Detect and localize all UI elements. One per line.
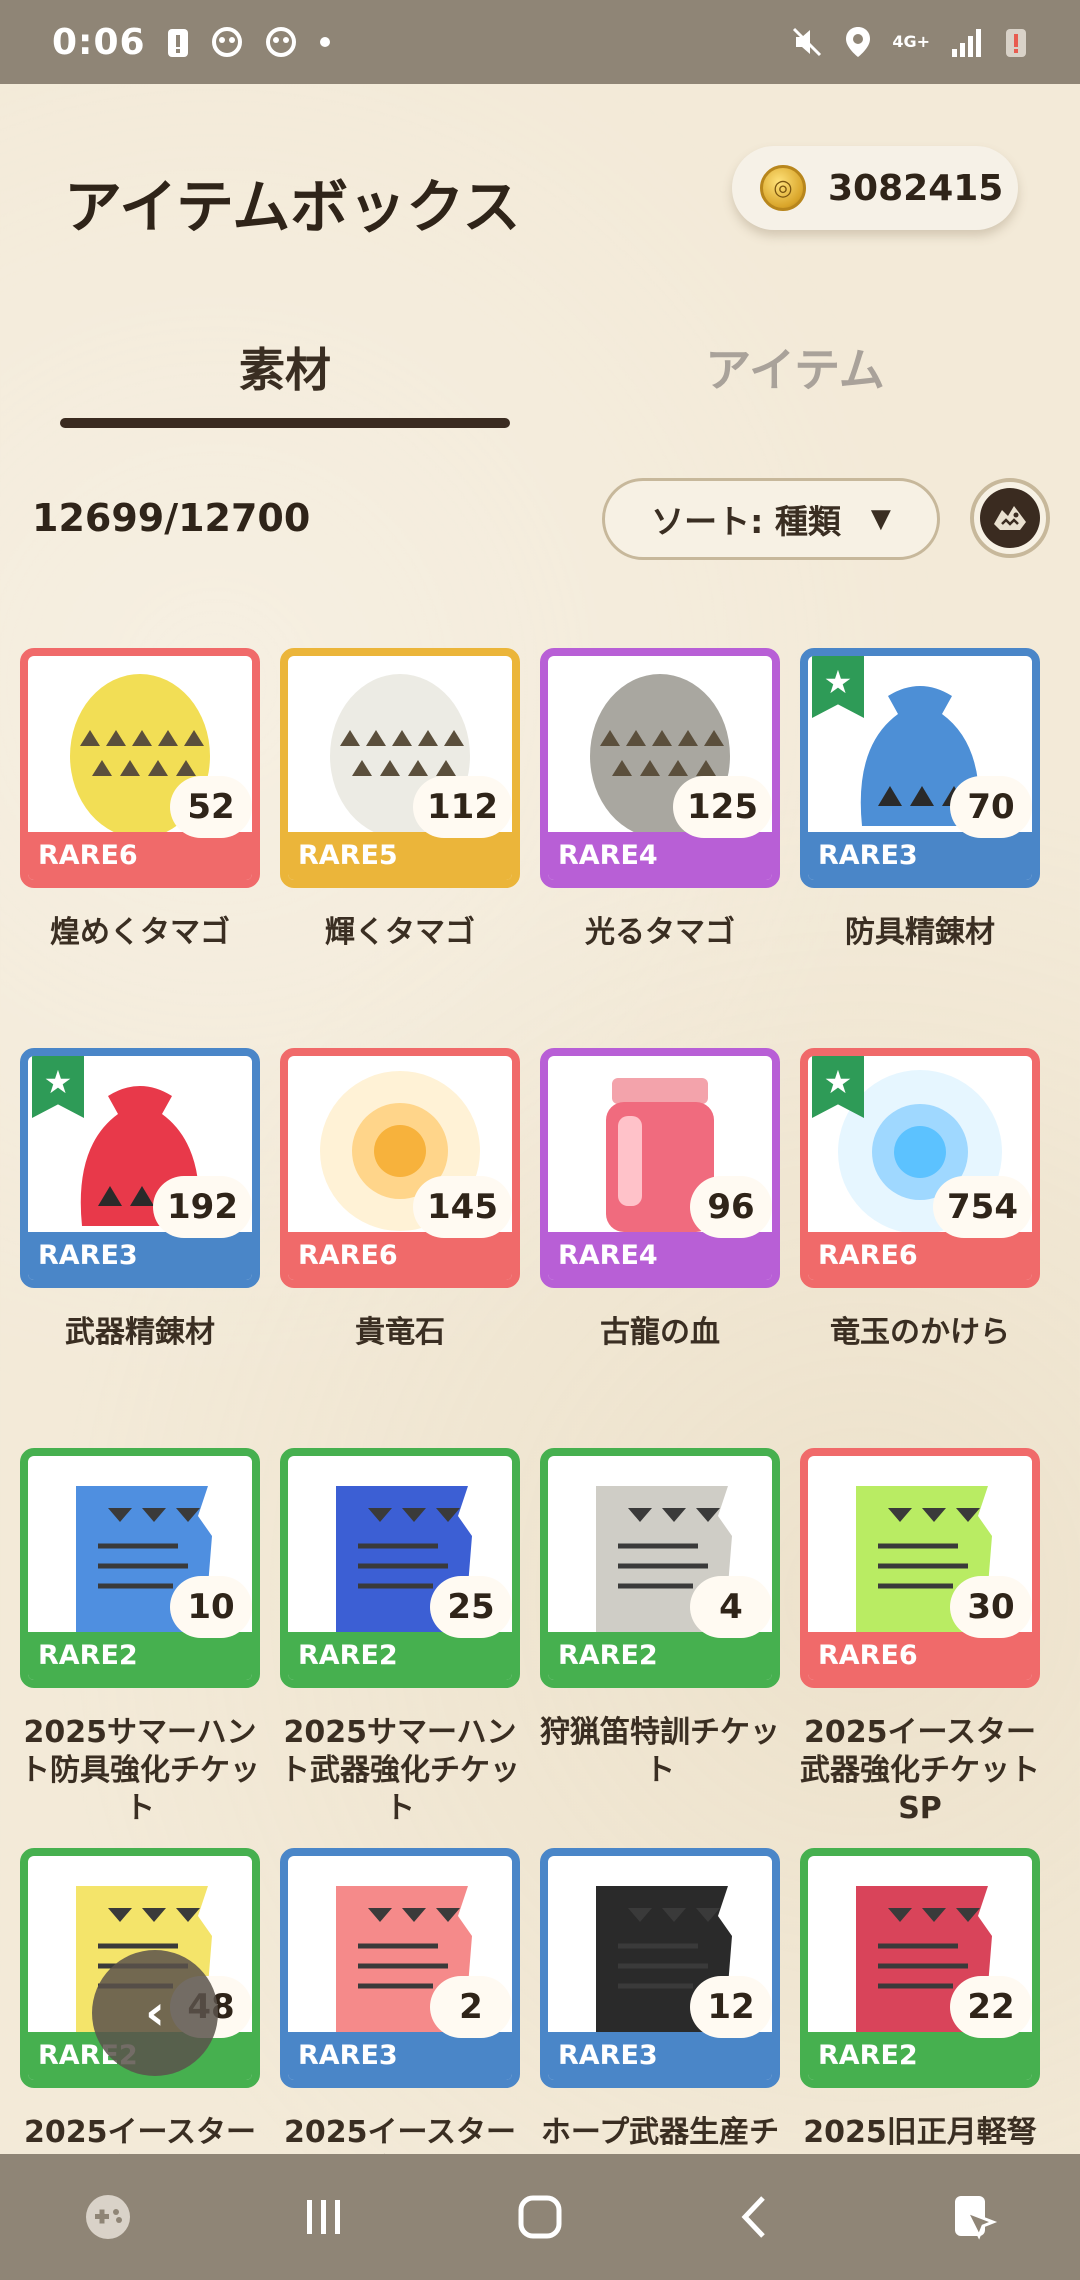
item-name: 防具精錬材 bbox=[845, 915, 995, 950]
location-icon bbox=[844, 25, 872, 59]
status-time: 0:06 bbox=[52, 21, 146, 63]
item-count-badge: 96 bbox=[690, 1176, 772, 1238]
currency-display: ◎ 3082415 bbox=[732, 146, 1018, 230]
rarity-label: RARE3 bbox=[548, 2032, 772, 2080]
item-card[interactable]: RARE5 112 bbox=[280, 648, 520, 888]
mute-icon bbox=[790, 25, 824, 59]
category-tabs: 素材 アイテム bbox=[0, 320, 1080, 430]
item-card[interactable]: ★ RARE3 70 bbox=[800, 648, 1040, 888]
item-name: 貴竜石 bbox=[355, 1315, 445, 1350]
rarity-label: RARE2 bbox=[28, 1632, 252, 1680]
item-card[interactable]: RARE6 145 bbox=[280, 1048, 520, 1288]
currency-value: 3082415 bbox=[828, 167, 1004, 209]
dot-icon bbox=[318, 35, 332, 49]
active-tab-indicator bbox=[60, 418, 510, 428]
item-name: 2025サマーハント防具強化チケット bbox=[20, 1715, 260, 1826]
item-card[interactable]: RARE3 2 bbox=[280, 1848, 520, 2088]
item-name: 光るタマゴ bbox=[585, 915, 735, 950]
back-floating-button[interactable]: ‹ bbox=[92, 1950, 218, 2076]
system-nav-bar bbox=[0, 2154, 1080, 2280]
item-count-badge: 145 bbox=[413, 1176, 512, 1238]
rarity-label: RARE2 bbox=[288, 1632, 512, 1680]
item-count-badge: 2 bbox=[430, 1976, 512, 2038]
item-card[interactable]: RARE2 4 bbox=[540, 1448, 780, 1688]
item-count-badge: 4 bbox=[690, 1576, 772, 1638]
signal-icon bbox=[950, 25, 984, 59]
item-card[interactable]: RARE2 25 bbox=[280, 1448, 520, 1688]
monster-filter-button[interactable] bbox=[970, 478, 1050, 558]
screenshot-icon[interactable] bbox=[912, 2190, 1032, 2244]
item-name: 古龍の血 bbox=[600, 1315, 720, 1350]
rarity-label: RARE5 bbox=[288, 832, 512, 880]
item-card[interactable]: RARE6 30 bbox=[800, 1448, 1040, 1688]
chevron-left-icon: ‹ bbox=[145, 1985, 165, 2041]
recents-icon[interactable] bbox=[264, 2192, 384, 2242]
item-count-badge: 112 bbox=[413, 776, 512, 838]
rarity-label: RARE2 bbox=[808, 2032, 1032, 2080]
chevron-down-icon: ▼ bbox=[870, 504, 891, 534]
item-name: 輝くタマゴ bbox=[325, 915, 475, 950]
item-count-badge: 30 bbox=[950, 1576, 1032, 1638]
item-count-badge: 52 bbox=[170, 776, 252, 838]
item-count-badge: 754 bbox=[933, 1176, 1032, 1238]
rarity-label: RARE6 bbox=[288, 1232, 512, 1280]
item-name: 2025イースター武器強化チケットSP bbox=[800, 1715, 1040, 1826]
rarity-label: RARE3 bbox=[288, 2032, 512, 2080]
item-name: 煌めくタマゴ bbox=[50, 915, 230, 950]
item-name: 竜玉のかけら bbox=[830, 1315, 1010, 1350]
item-card[interactable]: RARE4 125 bbox=[540, 648, 780, 888]
item-card[interactable]: RARE2 10 bbox=[20, 1448, 260, 1688]
item-count-badge: 25 bbox=[430, 1576, 512, 1638]
item-card[interactable]: RARE2 22 bbox=[800, 1848, 1040, 2088]
item-count-badge: 12 bbox=[690, 1976, 772, 2038]
monster-icon bbox=[980, 488, 1040, 548]
tab-materials[interactable]: 素材 bbox=[60, 320, 510, 400]
rarity-label: RARE6 bbox=[808, 1632, 1032, 1680]
home-icon[interactable] bbox=[480, 2190, 600, 2244]
item-card[interactable]: ★ RARE6 754 bbox=[800, 1048, 1040, 1288]
storage-capacity: 12699/12700 bbox=[32, 496, 311, 540]
rarity-label: RARE2 bbox=[548, 1632, 772, 1680]
back-icon[interactable] bbox=[696, 2192, 816, 2242]
tab-items[interactable]: アイテム bbox=[570, 320, 1020, 400]
item-name: 武器精錬材 bbox=[65, 1315, 215, 1350]
item-count-badge: 125 bbox=[673, 776, 772, 838]
rarity-label: RARE6 bbox=[28, 832, 252, 880]
item-card[interactable]: RARE4 96 bbox=[540, 1048, 780, 1288]
item-card[interactable]: ★ RARE3 192 bbox=[20, 1048, 260, 1288]
rarity-label: RARE6 bbox=[808, 1232, 1032, 1280]
item-count-badge: 192 bbox=[153, 1176, 252, 1238]
item-count-badge: 70 bbox=[950, 776, 1032, 838]
gamepad-icon[interactable] bbox=[48, 2190, 168, 2244]
rarity-label: RARE4 bbox=[548, 1232, 772, 1280]
status-bar: 0:06 4G+ bbox=[0, 0, 1080, 84]
item-count-badge: 22 bbox=[950, 1976, 1032, 2038]
sort-label: ソート: 種類 bbox=[651, 502, 841, 541]
network-type-icon: 4G+ bbox=[892, 32, 930, 51]
item-card[interactable]: RARE6 52 bbox=[20, 648, 260, 888]
rarity-label: RARE4 bbox=[548, 832, 772, 880]
coin-icon: ◎ bbox=[760, 165, 806, 211]
rarity-label: RARE3 bbox=[808, 832, 1032, 880]
game-icon bbox=[264, 25, 298, 59]
page-title: アイテムボックス bbox=[64, 173, 521, 241]
item-name: 狩猟笛特訓チケット bbox=[540, 1715, 780, 1788]
item-count-badge: 10 bbox=[170, 1576, 252, 1638]
battery-saver-icon bbox=[166, 25, 190, 59]
game-icon bbox=[210, 25, 244, 59]
rarity-label: RARE3 bbox=[28, 1232, 252, 1280]
item-card[interactable]: RARE3 12 bbox=[540, 1848, 780, 2088]
item-name: 2025サマーハント武器強化チケット bbox=[280, 1715, 520, 1826]
battery-alert-icon bbox=[1004, 25, 1028, 59]
sort-dropdown[interactable]: ソート: 種類 ▼ bbox=[602, 478, 940, 560]
